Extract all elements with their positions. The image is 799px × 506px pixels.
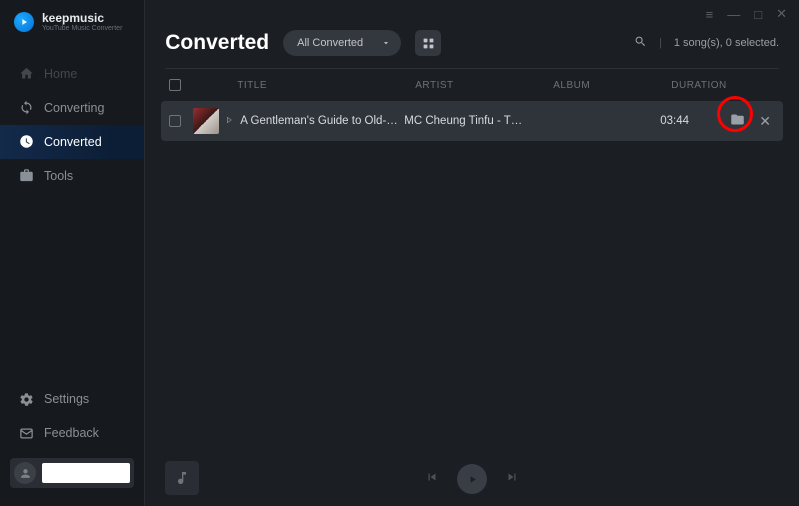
sidebar-item-home[interactable]: Home xyxy=(0,57,144,91)
track-title: A Gentleman's Guide to Old-… xyxy=(240,115,404,127)
skip-next-icon xyxy=(505,470,519,484)
sidebar-item-settings[interactable]: Settings xyxy=(0,382,144,416)
open-folder-button[interactable] xyxy=(730,112,745,130)
search-button[interactable] xyxy=(634,35,647,51)
gear-icon xyxy=(18,391,34,407)
page-title: Converted xyxy=(165,31,269,55)
sidebar-item-converting[interactable]: Converting xyxy=(0,91,144,125)
maximize-icon[interactable]: □ xyxy=(754,7,762,22)
tools-icon xyxy=(18,168,34,184)
minimize-icon[interactable]: — xyxy=(727,7,740,22)
column-album: ALBUM xyxy=(553,80,671,91)
album-art xyxy=(193,108,219,134)
previous-button[interactable] xyxy=(425,470,439,489)
sidebar-item-label: Feedback xyxy=(44,426,99,440)
select-all-checkbox[interactable] xyxy=(169,79,181,91)
sidebar-item-converted[interactable]: Converted xyxy=(0,125,144,159)
search-icon xyxy=(634,35,647,48)
converting-icon xyxy=(18,100,34,116)
filter-dropdown[interactable]: All Converted xyxy=(283,30,401,56)
column-artist: ARTIST xyxy=(415,80,553,91)
play-row-button[interactable] xyxy=(225,115,233,127)
divider: | xyxy=(659,37,662,49)
play-button[interactable] xyxy=(457,464,487,494)
column-duration: DURATION xyxy=(671,80,741,91)
now-playing-button[interactable] xyxy=(165,461,199,495)
sidebar-item-feedback[interactable]: Feedback xyxy=(0,416,144,450)
remove-row-button[interactable]: ✕ xyxy=(759,113,771,130)
chevron-down-icon xyxy=(381,38,391,48)
mail-icon xyxy=(18,425,34,441)
music-note-icon xyxy=(174,470,190,486)
sidebar-item-label: Tools xyxy=(44,169,73,183)
avatar-icon xyxy=(14,462,36,484)
sidebar-item-tools[interactable]: Tools xyxy=(0,159,144,193)
table-row[interactable]: A Gentleman's Guide to Old-… MC Cheung T… xyxy=(161,101,783,141)
converted-icon xyxy=(18,134,34,150)
sidebar-item-label: Settings xyxy=(44,392,89,406)
home-icon xyxy=(18,66,34,82)
skip-previous-icon xyxy=(425,470,439,484)
selection-status: 1 song(s), 0 selected. xyxy=(674,37,779,49)
column-title: TITLE xyxy=(237,80,415,91)
user-name-redacted xyxy=(42,463,130,483)
sidebar-item-label: Home xyxy=(44,67,77,81)
close-icon[interactable]: ✕ xyxy=(776,6,787,22)
folder-icon xyxy=(730,112,745,127)
logo-icon xyxy=(14,12,34,32)
table-header: TITLE ARTIST ALBUM DURATION xyxy=(145,69,799,101)
user-account[interactable] xyxy=(10,458,134,488)
grid-icon xyxy=(422,37,435,50)
row-checkbox[interactable] xyxy=(169,115,181,127)
track-artist: MC Cheung Tinfu - T… xyxy=(404,115,542,127)
sidebar: keepmusic YouTube Music Converter Home C… xyxy=(0,0,145,506)
playback-controls xyxy=(425,464,519,494)
sidebar-item-label: Converting xyxy=(44,101,104,115)
app-subtitle: YouTube Music Converter xyxy=(42,25,122,33)
filter-label: All Converted xyxy=(297,37,363,49)
play-icon xyxy=(467,474,478,485)
main: ≡ — □ ✕ Converted All Converted | 1 song… xyxy=(145,0,799,506)
window-controls: ≡ — □ ✕ xyxy=(145,0,799,28)
sidebar-item-label: Converted xyxy=(44,135,102,149)
app-name: keepmusic xyxy=(42,12,122,25)
next-button[interactable] xyxy=(505,470,519,489)
track-duration: 03:44 xyxy=(660,115,730,127)
play-icon xyxy=(225,116,233,124)
app-logo: keepmusic YouTube Music Converter xyxy=(0,0,144,43)
grid-view-button[interactable] xyxy=(415,30,441,56)
menu-icon[interactable]: ≡ xyxy=(706,7,714,22)
